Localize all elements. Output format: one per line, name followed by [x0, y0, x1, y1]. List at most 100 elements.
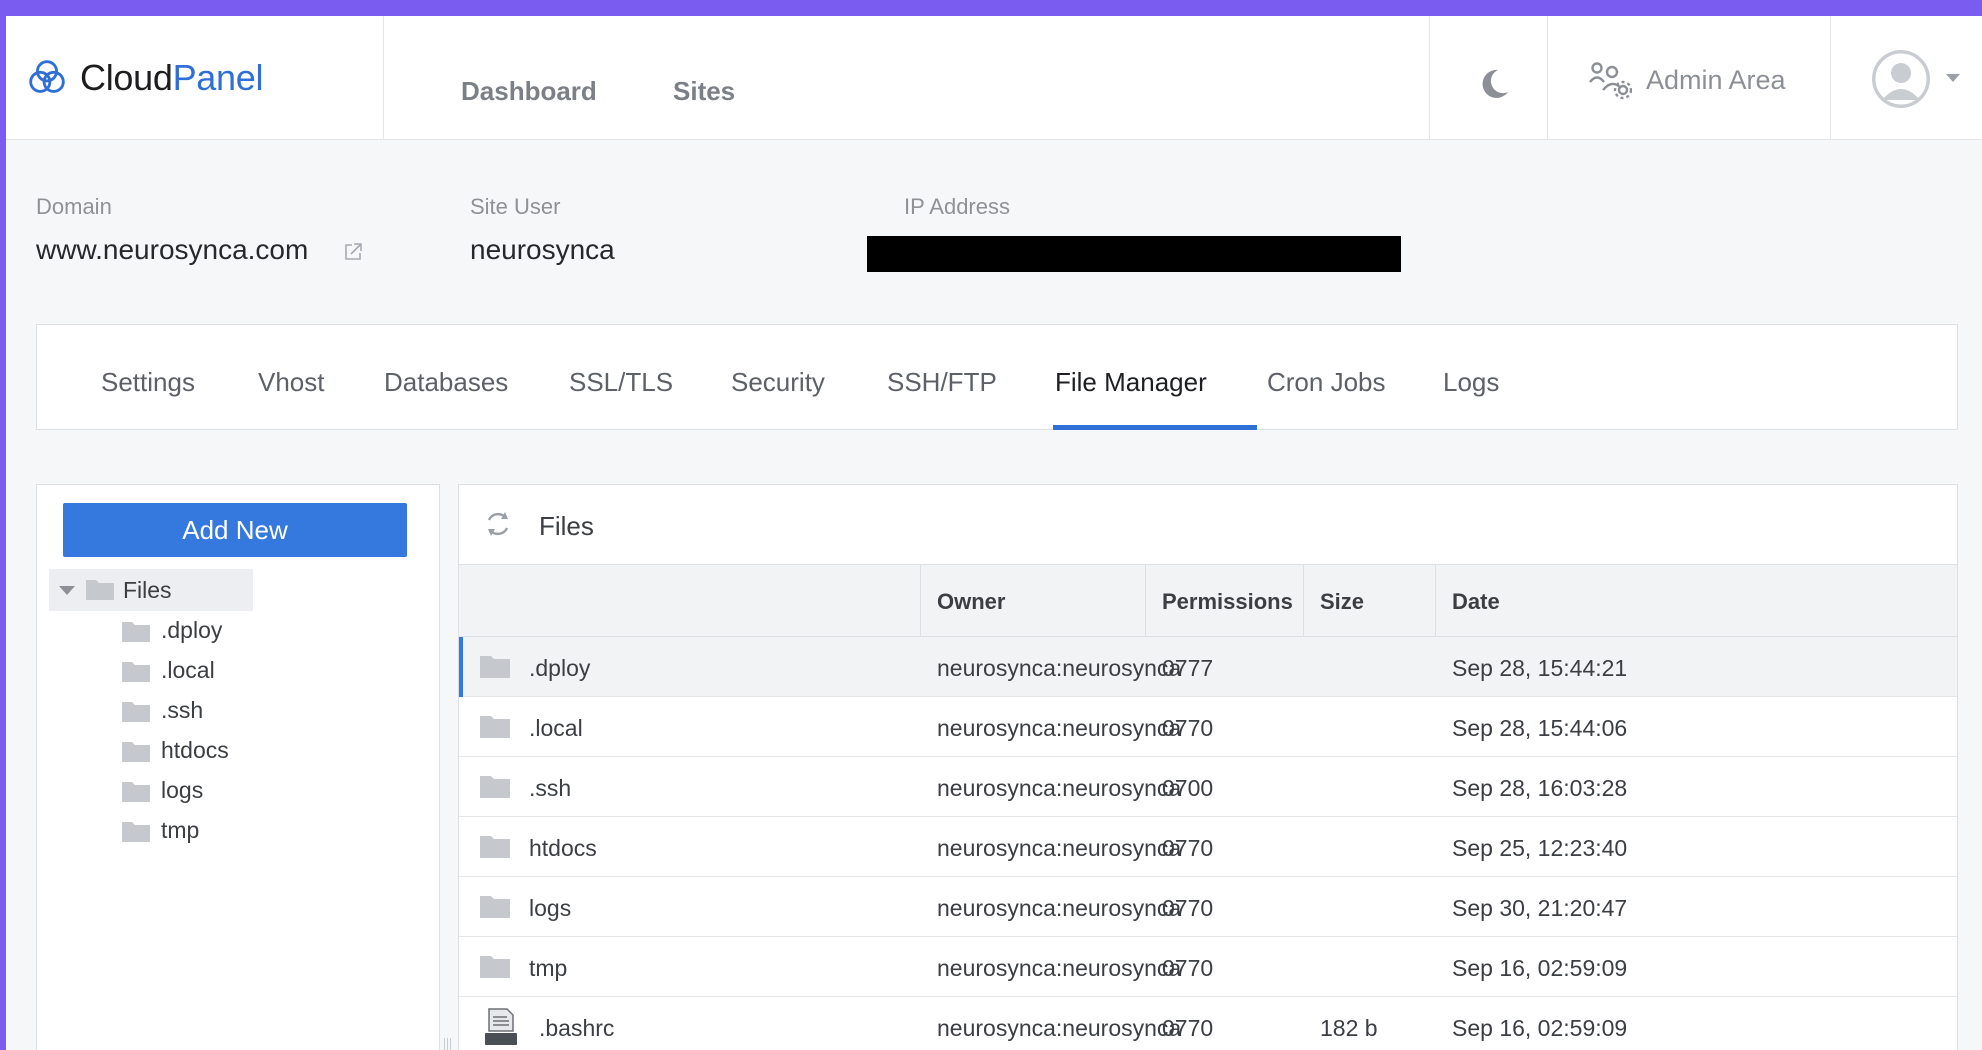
column-size[interactable]: Size — [1320, 589, 1364, 615]
tree-root-label: Files — [123, 577, 172, 603]
folder-icon — [480, 896, 510, 918]
chevron-down-icon[interactable] — [1946, 74, 1960, 82]
cell-owner: neurosynca:neurosynca — [937, 1015, 1182, 1041]
cell-owner: neurosynca:neurosynca — [937, 835, 1182, 861]
nav-sites[interactable]: Sites — [673, 76, 735, 107]
admin-area-link[interactable]: Admin Area — [1588, 60, 1786, 100]
cell-permissions: 0770 — [1162, 835, 1214, 861]
folder-icon — [480, 776, 510, 798]
folder-row[interactable]: .local neurosynca:neurosynca 0770 Sep 28, 1… — [459, 697, 1957, 757]
tree-root-files[interactable]: Files — [49, 569, 253, 611]
tree-item-label: .local — [161, 657, 215, 683]
cell-date: Sep 28, 16:03:28 — [1452, 775, 1628, 801]
site-tabs: Settings Vhost Databases SSL/TLS Securit… — [36, 324, 1958, 430]
site-user-label: Site User — [470, 194, 561, 219]
tab-security[interactable]: Security — [731, 367, 825, 398]
cell-date: Sep 16, 02:59:09 — [1452, 1015, 1628, 1041]
app-window: CloudPanel Dashboard Sites Admin Area Do… — [6, 16, 1982, 1050]
files-panel-title: Files — [539, 511, 594, 541]
ip-address-redacted — [867, 236, 1401, 272]
cloud-logo-icon — [29, 60, 65, 93]
tree-item-label: htdocs — [161, 737, 229, 763]
folder-icon — [480, 836, 510, 858]
user-avatar-icon[interactable] — [1872, 50, 1930, 108]
moon-icon[interactable] — [1476, 66, 1512, 102]
column-divider — [920, 565, 921, 637]
cell-name: .bashrc — [539, 1015, 615, 1041]
tab-vhost[interactable]: Vhost — [258, 367, 325, 398]
cell-permissions: 0770 — [1162, 955, 1214, 981]
header-divider — [1429, 16, 1430, 140]
tree-item-label: .dploy — [161, 617, 223, 643]
site-user-value: neurosynca — [470, 234, 615, 265]
file-row[interactable]: .bashrc neurosynca:neurosynca 0770 182 b Sep… — [459, 997, 1957, 1050]
files-panel: Files Owner Permissions Size Date .dploy… — [458, 484, 1958, 1050]
cell-permissions: 0770 — [1162, 715, 1214, 741]
logo-text-panel: Panel — [172, 57, 264, 98]
cell-name: .ssh — [529, 775, 572, 801]
cell-owner: neurosynca:neurosynca — [937, 775, 1182, 801]
folder-row[interactable]: tmp neurosynca:neurosynca 0770 Sep 16, 02:5… — [459, 937, 1957, 997]
admin-area-label: Admin Area — [1646, 64, 1786, 95]
cell-size: 182 b — [1320, 1015, 1378, 1041]
cell-name: tmp — [529, 955, 568, 981]
panel-resize-handle[interactable] — [444, 1038, 452, 1050]
tab-logs[interactable]: Logs — [1443, 367, 1499, 398]
column-divider — [1145, 565, 1146, 637]
folder-icon — [122, 782, 150, 802]
folder-icon — [480, 656, 510, 678]
folder-tree-panel: Add New Files .dploy .local .ssh htdocs logs… — [36, 484, 440, 1050]
cell-permissions: 0700 — [1162, 775, 1214, 801]
header-divider — [1547, 16, 1548, 140]
cloudpanel-logo[interactable]: CloudPanel — [24, 54, 263, 102]
folder-icon — [122, 622, 150, 642]
tree-item-label: logs — [161, 777, 204, 803]
domain-label: Domain — [36, 194, 112, 219]
file-document-icon — [485, 1008, 517, 1045]
tab-databases[interactable]: Databases — [384, 367, 508, 398]
cell-name: .local — [529, 715, 583, 741]
nav-dashboard[interactable]: Dashboard — [461, 76, 597, 107]
avatar-silhouette — [1872, 50, 1930, 108]
logo-text-cloud: Cloud — [80, 57, 173, 98]
column-owner[interactable]: Owner — [937, 589, 1005, 615]
folder-icon — [480, 956, 510, 978]
folder-row[interactable]: logs neurosynca:neurosynca 0770 Sep 30, 21:… — [459, 877, 1957, 937]
cell-name: logs — [529, 895, 572, 921]
folder-icon — [122, 662, 150, 682]
folder-row[interactable]: .dploy neurosynca:neurosynca 0777 Sep 28, 1… — [459, 637, 1957, 697]
caret-down-icon[interactable] — [59, 586, 75, 595]
tab-cron-jobs[interactable]: Cron Jobs — [1267, 367, 1386, 398]
refresh-icon[interactable] — [483, 509, 513, 539]
column-divider — [1303, 565, 1304, 637]
tree-item-label: tmp — [161, 817, 200, 843]
folder-row[interactable]: htdocs neurosynca:neurosynca 0770 Sep 25, 1… — [459, 817, 1957, 877]
tab-ssl-tls[interactable]: SSL/TLS — [569, 367, 673, 398]
cell-name: .dploy — [529, 655, 591, 681]
column-date[interactable]: Date — [1452, 589, 1500, 615]
external-link-icon[interactable] — [343, 242, 363, 262]
domain-value: www.neurosynca.com — [36, 234, 309, 265]
cell-permissions: 0770 — [1162, 895, 1214, 921]
cell-date: Sep 25, 12:23:40 — [1452, 835, 1628, 861]
logo-text: CloudPanel — [80, 57, 263, 99]
cell-permissions: 0770 — [1162, 1015, 1214, 1041]
add-new-button[interactable]: Add New — [63, 503, 407, 557]
cell-owner: neurosynca:neurosynca — [937, 895, 1182, 921]
tab-file-manager[interactable]: File Manager — [1055, 367, 1207, 398]
column-permissions[interactable]: Permissions — [1162, 589, 1293, 615]
cell-date: Sep 28, 15:44:21 — [1452, 655, 1628, 681]
table-header: Owner Permissions Size Date — [459, 565, 1957, 637]
cell-date: Sep 30, 21:20:47 — [1452, 895, 1628, 921]
tree-item-label: .ssh — [161, 697, 204, 723]
folder-icon — [122, 822, 150, 842]
folder-icon — [122, 742, 150, 762]
folder-icon — [86, 580, 114, 600]
files-panel-header: Files — [459, 485, 1957, 565]
column-divider — [1435, 565, 1436, 637]
tab-settings[interactable]: Settings — [101, 367, 195, 398]
cell-date: Sep 16, 02:59:09 — [1452, 955, 1628, 981]
tab-ssh-ftp[interactable]: SSH/FTP — [887, 367, 997, 398]
folder-row[interactable]: .ssh neurosynca:neurosynca 0700 Sep 28, 16:… — [459, 757, 1957, 817]
users-gear-icon — [1589, 62, 1632, 100]
